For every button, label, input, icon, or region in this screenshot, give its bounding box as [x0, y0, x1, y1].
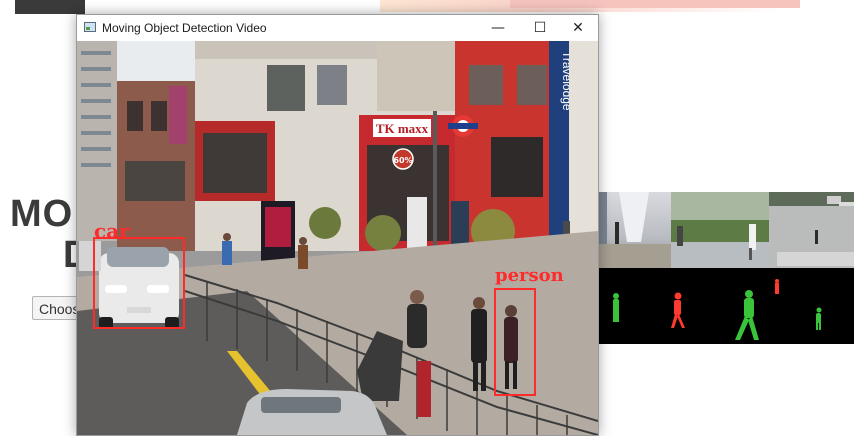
segmentation-masks [597, 268, 854, 344]
segmentation-figure [597, 192, 854, 344]
store-sign: TK maxx [376, 121, 429, 136]
frame-thumbnail-road [769, 192, 854, 268]
frame-thumbnail-corridor [597, 192, 671, 268]
video-frame: TK maxx 60% Travelodge car person [77, 41, 598, 435]
minimize-icon[interactable]: — [478, 15, 518, 41]
discount-badge: 60% [393, 156, 412, 165]
mask-figure-1 [613, 293, 619, 322]
detection-label-car: car [94, 219, 130, 243]
video-window[interactable]: Moving Object Detection Video — ☐ ✕ TK m… [76, 14, 599, 436]
choose-file-button[interactable]: Choos [32, 296, 82, 320]
window-titlebar[interactable]: Moving Object Detection Video — ☐ ✕ [77, 15, 598, 41]
mask-figure-3 [735, 290, 759, 340]
detection-label-person: person [495, 265, 564, 286]
maximize-icon[interactable]: ☐ [520, 15, 560, 41]
close-icon[interactable]: ✕ [558, 15, 598, 41]
street-scene: TK maxx 60% Travelodge [77, 41, 598, 435]
app-icon [84, 22, 96, 32]
white-suv [99, 247, 179, 329]
mask-figure-5 [816, 307, 822, 330]
mask-figure-2 [671, 292, 685, 328]
frame-thumbnail-path [671, 192, 769, 268]
source-frames [597, 192, 854, 268]
window-title: Moving Object Detection Video [102, 21, 267, 35]
banner-accent [510, 0, 800, 8]
banner-dark-block [15, 0, 85, 14]
mask-figure-4 [775, 279, 779, 294]
